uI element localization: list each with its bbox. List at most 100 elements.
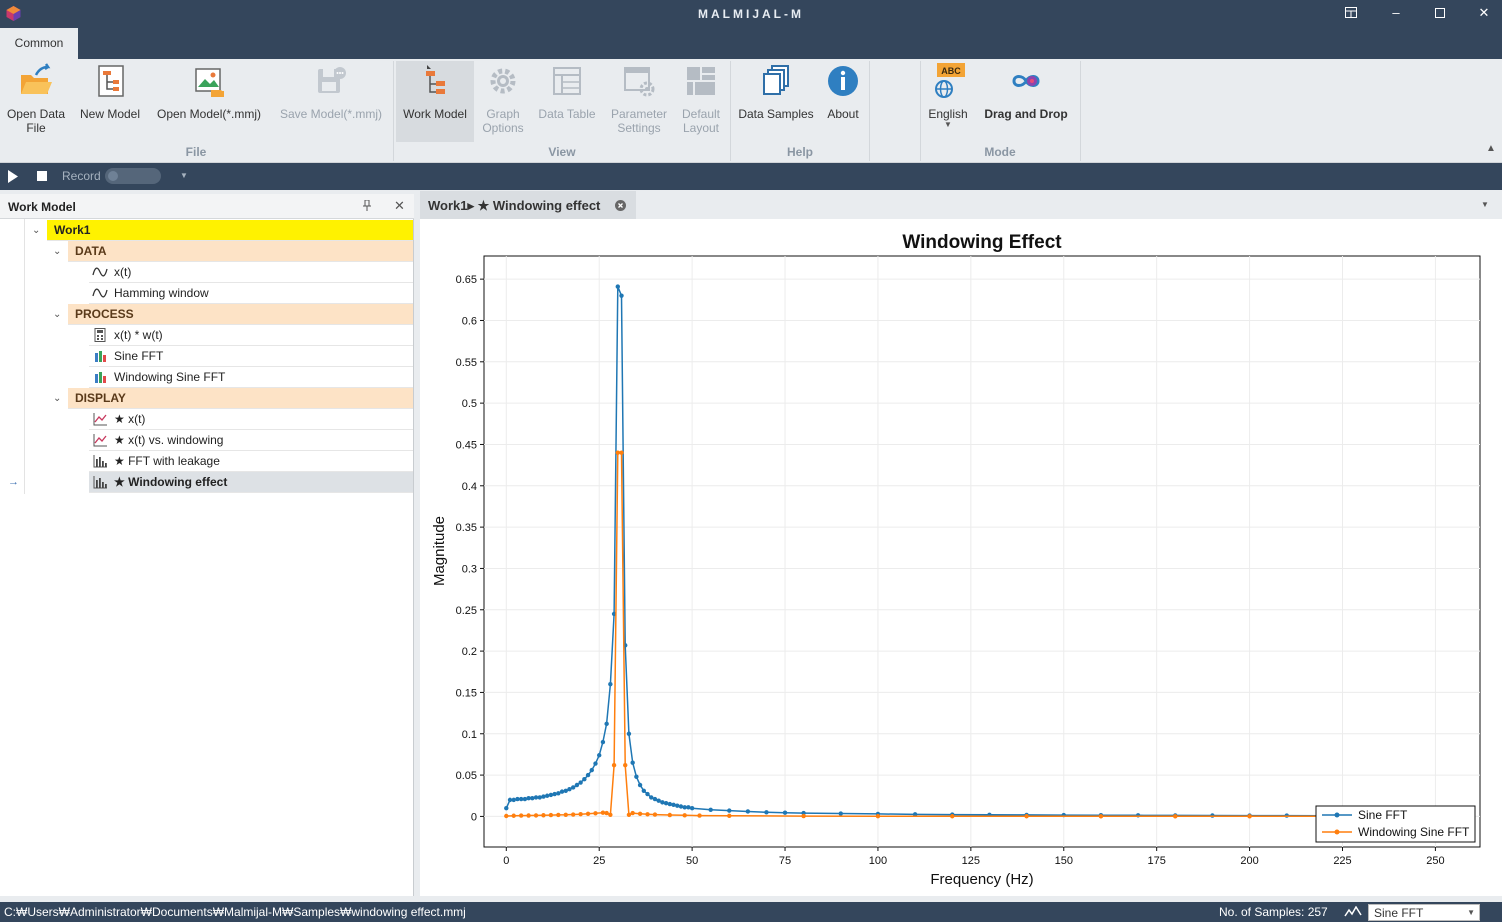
tab-list-dropdown-icon[interactable]: ▼ [1481, 200, 1489, 209]
group-separator [1080, 61, 1081, 161]
collapse-display-icon[interactable]: ⌄ [53, 393, 61, 404]
data-point-sine-fft [608, 681, 613, 687]
data-point-windowing-sine-fft [619, 450, 624, 455]
data-point-windowing-sine-fft [585, 811, 591, 816]
record-dropdown-icon[interactable]: ▼ [180, 171, 188, 180]
data-point-sine-fft [686, 805, 691, 810]
tree-item-label: Windowing Sine FFT [114, 370, 226, 384]
y-tick-label: 0.1 [462, 729, 477, 741]
data-point-windowing-sine-fft [1024, 814, 1029, 819]
data-point-sine-fft [593, 761, 598, 766]
collapse-data-icon[interactable]: ⌄ [53, 246, 61, 257]
play-icon[interactable] [7, 170, 19, 183]
restore-layout-icon[interactable] [1341, 4, 1361, 22]
data-point-sine-fft [708, 807, 713, 813]
series-select[interactable]: Sine FFT ▼ [1368, 904, 1480, 921]
language-button[interactable]: ABC English ▼ [926, 63, 970, 129]
work-model-label: Work Model [403, 107, 467, 121]
data-point-sine-fft [585, 772, 591, 778]
document-tab-strip: Work1▸ ★ Windowing effect ▼ [420, 191, 1502, 219]
parameter-settings-button[interactable]: Parameter Settings [606, 63, 672, 135]
x-tick-label: 250 [1426, 855, 1444, 867]
tree-item-sine-fft[interactable]: Sine FFT [89, 346, 413, 367]
tree-item-display-windowing-effect[interactable]: ★ Windowing effect [89, 472, 413, 493]
signal-wave-icon [92, 288, 108, 298]
collapse-ribbon-icon[interactable]: ▲ [1486, 143, 1496, 154]
tree-item-multiply[interactable]: x(t) * w(t) [89, 325, 413, 346]
data-point-sine-fft [548, 792, 554, 798]
default-layout-button[interactable]: Default Layout [676, 63, 726, 135]
tree-category-data[interactable]: DATA [68, 241, 413, 262]
tree-category-process[interactable]: PROCESS [68, 304, 413, 325]
save-model-icon [318, 67, 346, 93]
data-point-sine-fft [537, 795, 542, 800]
save-model-button[interactable]: Save Model(*.mmj) [274, 63, 388, 121]
current-row-arrow-icon: → [8, 476, 19, 488]
close-tab-icon[interactable] [615, 200, 626, 211]
close-panel-icon[interactable]: ✕ [394, 198, 405, 214]
tree-item-display-xt-vs-windowing[interactable]: ★ x(t) vs. windowing [89, 430, 413, 451]
data-point-windowing-sine-fft [697, 813, 702, 818]
open-model-button[interactable]: Open Model(*.mmj) [151, 63, 267, 121]
group-separator [869, 61, 870, 161]
data-samples-label: Data Samples [738, 107, 814, 121]
data-point-sine-fft [615, 284, 620, 289]
data-point-sine-fft [660, 800, 665, 805]
data-point-windowing-sine-fft [1098, 814, 1104, 819]
about-button[interactable]: About [820, 63, 866, 121]
line-chart-icon [93, 413, 107, 426]
x-tick-label: 175 [1147, 855, 1165, 867]
x-tick-label: 150 [1055, 855, 1073, 867]
data-point-windowing-sine-fft [504, 813, 509, 819]
x-tick-label: 75 [779, 855, 791, 867]
sample-count: No. of Samples: 257 [1219, 905, 1328, 919]
tree-category-display[interactable]: DISPLAY [68, 388, 413, 409]
open-data-file-button[interactable]: Open Data File [2, 63, 70, 135]
tree-item-display-fft-leakage[interactable]: ★ FFT with leakage [89, 451, 413, 472]
new-model-button[interactable]: New Model [74, 63, 146, 121]
data-point-windowing-sine-fft [526, 813, 531, 818]
drag-and-drop-label: Drag and Drop [984, 107, 1068, 121]
tree-root-work1[interactable]: Work1 [47, 220, 413, 241]
maximize-icon[interactable] [1430, 4, 1450, 22]
work-model-button[interactable]: Work Model [396, 61, 474, 142]
chart-title: Windowing Effect [902, 232, 1062, 253]
tab-label: Work1▸ ★ Windowing effect [428, 198, 601, 213]
graph-options-button[interactable]: Graph Options [478, 63, 528, 135]
stop-icon[interactable] [37, 171, 47, 181]
data-point-sine-fft [675, 803, 680, 808]
collapse-work1-icon[interactable]: ⌄ [32, 225, 40, 236]
close-window-icon[interactable]: ✕ [1474, 4, 1494, 22]
chevron-down-icon: ▼ [1467, 908, 1475, 917]
series-line-icon [1344, 906, 1362, 917]
drag-and-drop-button[interactable]: Drag and Drop [978, 63, 1074, 121]
tree-item-display-xt[interactable]: ★ x(t) [89, 409, 413, 430]
open-folder-icon [21, 63, 52, 94]
data-table-button[interactable]: Data Table [534, 63, 600, 121]
minimize-icon[interactable]: – [1386, 4, 1406, 22]
histogram-icon [93, 476, 107, 489]
pin-icon[interactable] [362, 200, 372, 212]
ribbon: Open Data File New Model Open Model(*.mm… [0, 59, 1502, 163]
tree-item-windowing-sine-fft[interactable]: Windowing Sine FFT [89, 367, 413, 388]
tab-windowing-effect[interactable]: Work1▸ ★ Windowing effect [420, 191, 636, 219]
y-tick-label: 0.55 [456, 357, 477, 369]
data-point-windowing-sine-fft [570, 812, 576, 817]
work-model-panel-title: Work Model [8, 200, 76, 214]
gear-icon [490, 68, 516, 94]
record-toggle-knob [108, 171, 118, 181]
y-tick-label: 0.15 [456, 687, 477, 699]
collapse-process-icon[interactable]: ⌄ [53, 309, 61, 320]
data-samples-button[interactable]: Data Samples [736, 63, 816, 121]
y-tick-label: 0.2 [462, 646, 477, 658]
record-toggle[interactable] [105, 168, 161, 184]
work-model-panel: Work Model ✕ ⌄ Work1 ⌄ DATA x(t) Hamming… [0, 194, 414, 896]
tree-item-hamming-window[interactable]: Hamming window [89, 283, 413, 304]
windowing-effect-chart[interactable]: Windowing Effect 00.050.10.150.20.250.30… [420, 219, 1502, 896]
tab-common[interactable]: Common [0, 28, 78, 59]
data-point-sine-fft [604, 721, 609, 727]
y-tick-label: 0.25 [456, 605, 477, 617]
x-tick-label: 100 [869, 855, 887, 867]
tree-item-xt[interactable]: x(t) [89, 262, 413, 283]
table-icon [553, 67, 581, 95]
